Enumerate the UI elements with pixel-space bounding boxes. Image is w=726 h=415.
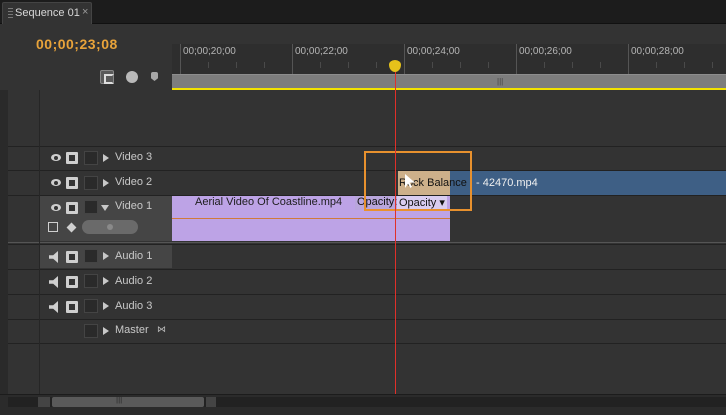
ruler-tick: [516, 44, 517, 74]
collapse-track-icon[interactable]: [101, 205, 109, 211]
ruler-minor-tick: [264, 62, 265, 68]
tab-grip-icon[interactable]: [8, 8, 13, 19]
ruler-label: 00;00;22;00: [295, 46, 348, 57]
track-divider: [8, 269, 726, 270]
ruler-minor-tick: [208, 62, 209, 68]
ruler-minor-tick: [320, 62, 321, 68]
ruler-label: 00;00;24;00: [407, 46, 460, 57]
expand-track-icon[interactable]: [103, 277, 109, 285]
work-area-bar[interactable]: [172, 74, 726, 88]
keyframe-dot-icon[interactable]: [107, 224, 113, 230]
link-icon[interactable]: ⋈: [157, 324, 166, 335]
ruler-tick: [404, 44, 405, 74]
expand-track-icon[interactable]: [103, 252, 109, 260]
sync-lock-icon[interactable]: [66, 202, 78, 214]
ruler-minor-tick: [460, 62, 461, 68]
track-target-box[interactable]: [84, 176, 98, 190]
ruler-label: 00;00;28;00: [631, 46, 684, 57]
add-marker-icon[interactable]: [126, 71, 138, 83]
current-timecode[interactable]: 00;00;23;08: [36, 36, 118, 52]
ruler-minor-tick: [712, 62, 713, 68]
track-target-box[interactable]: [84, 151, 98, 165]
scroll-right-handle[interactable]: [206, 397, 216, 407]
track-name-video2: Video 2: [115, 176, 153, 188]
display-style-icon[interactable]: [48, 222, 58, 232]
expand-track-icon[interactable]: [103, 154, 109, 162]
ruler-minor-tick: [684, 62, 685, 68]
ruler-minor-tick: [376, 62, 377, 68]
tab-sequence[interactable]: Sequence 01 ×: [2, 2, 92, 24]
ruler-minor-tick: [432, 62, 433, 68]
ruler-tick: [628, 44, 629, 74]
playhead-line[interactable]: [395, 72, 396, 394]
ruler-minor-tick: [544, 62, 545, 68]
scroll-grip[interactable]: |||: [116, 395, 122, 404]
tab-title: Sequence 01: [15, 7, 80, 19]
track-name-master: Master: [115, 324, 149, 336]
track-target-box[interactable]: [84, 200, 98, 214]
sync-lock-icon[interactable]: [66, 177, 78, 189]
expand-track-icon[interactable]: [103, 179, 109, 187]
sync-lock-icon[interactable]: [66, 276, 78, 288]
ruler-tick: [292, 44, 293, 74]
sync-lock-icon[interactable]: [66, 152, 78, 164]
sync-lock-icon[interactable]: [66, 251, 78, 263]
ruler-minor-tick: [656, 62, 657, 68]
ruler-minor-tick: [236, 62, 237, 68]
ruler-minor-tick: [600, 62, 601, 68]
scroll-thumb[interactable]: [52, 397, 204, 407]
track-divider: [8, 146, 726, 147]
ruler-label: 00;00;20;00: [183, 46, 236, 57]
left-edge-strip: [0, 90, 8, 394]
ruler-minor-tick: [572, 62, 573, 68]
track-target-box[interactable]: [84, 274, 98, 288]
track-divider: [8, 319, 726, 320]
track-target-box[interactable]: [84, 299, 98, 313]
expand-track-icon[interactable]: [103, 327, 109, 335]
video-audio-separator: [8, 242, 726, 243]
track-name-video1: Video 1: [115, 200, 153, 212]
header-column-divider: [39, 90, 40, 394]
track-divider: [8, 244, 726, 245]
track-name-audio2: Audio 2: [115, 275, 153, 287]
opacity-rubber-band[interactable]: [172, 218, 450, 219]
clip-title: Aerial Video Of Coastline.mp4: [195, 196, 343, 208]
ruler-minor-tick: [348, 62, 349, 68]
snap-icon[interactable]: [100, 70, 114, 84]
panel-tab-bar: [0, 0, 726, 24]
track-divider: [8, 294, 726, 295]
track-name-audio1: Audio 1: [115, 250, 153, 262]
track-divider: [8, 343, 726, 344]
highlight-rectangle: [364, 151, 472, 211]
track-name-audio3: Audio 3: [115, 300, 153, 312]
sync-lock-icon[interactable]: [66, 301, 78, 313]
eye-icon[interactable]: [50, 177, 62, 189]
time-ruler[interactable]: 00;00;20;00 00;00;22;00 00;00;24;00 00;0…: [172, 44, 726, 74]
eye-icon[interactable]: [50, 152, 62, 164]
expand-track-icon[interactable]: [103, 302, 109, 310]
close-icon[interactable]: ×: [82, 6, 88, 18]
track-target-box[interactable]: [84, 324, 98, 338]
ruler-label: 00;00;26;00: [519, 46, 572, 57]
track-target-box[interactable]: [84, 249, 98, 263]
eye-icon[interactable]: [50, 202, 62, 214]
work-area-grip[interactable]: |||: [497, 77, 503, 86]
track-name-video3: Video 3: [115, 151, 153, 163]
clip-title-part2: - 42470.mp4: [476, 177, 538, 189]
ruler-tick: [180, 44, 181, 74]
ruler-minor-tick: [488, 62, 489, 68]
scroll-left-handle[interactable]: [38, 397, 50, 407]
